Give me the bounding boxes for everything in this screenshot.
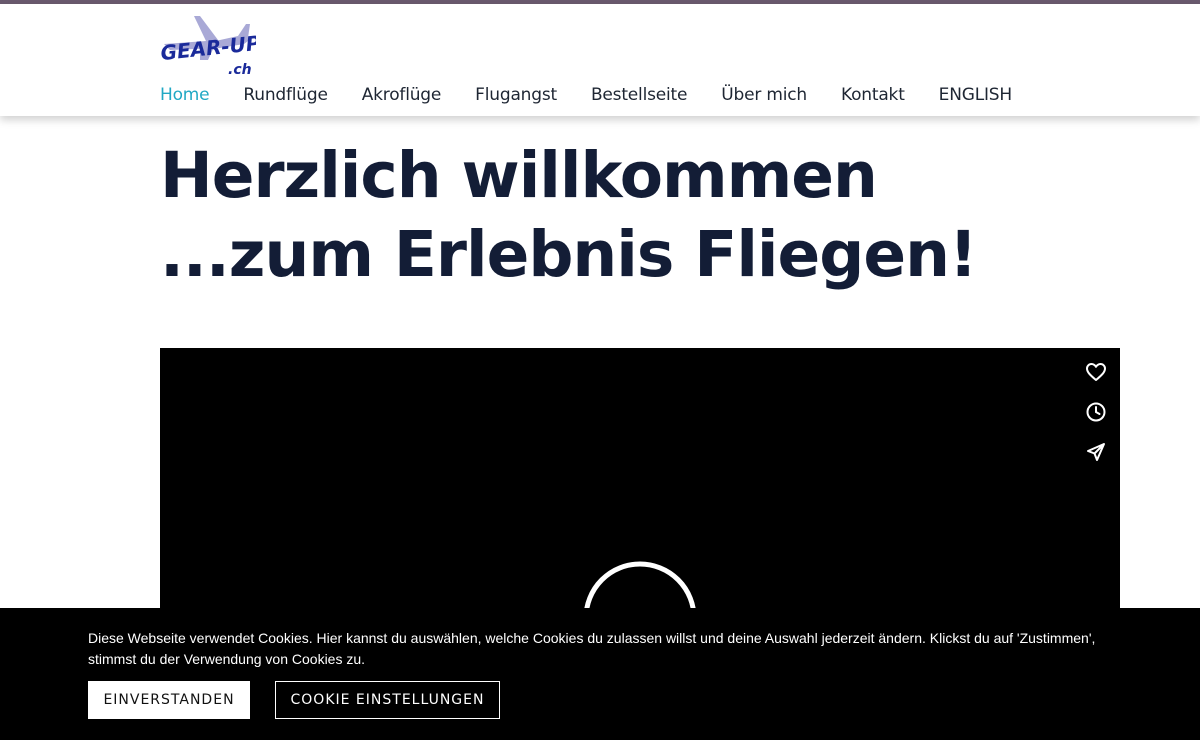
clock-icon[interactable] — [1084, 400, 1108, 424]
nav-item-bestellseite[interactable]: Bestellseite — [591, 85, 688, 105]
nav-item-flugangst[interactable]: Flugangst — [475, 85, 557, 105]
cookie-settings-button[interactable]: COOKIE EINSTELLUNGEN — [275, 681, 500, 719]
page-title-line-1: Herzlich willkommen — [160, 139, 878, 212]
nav-item-english[interactable]: ENGLISH — [939, 85, 1012, 105]
video-player[interactable] — [160, 348, 1120, 648]
main-nav: Home Rundflüge Akroflüge Flugangst Beste… — [160, 82, 1046, 108]
nav-item-ueber-mich[interactable]: Über mich — [721, 85, 807, 105]
page-title-line-2: ...zum Erlebnis Fliegen! — [160, 218, 978, 291]
nav-item-kontakt[interactable]: Kontakt — [841, 85, 905, 105]
logo-suffix: .ch — [228, 62, 252, 76]
heart-icon[interactable] — [1084, 360, 1108, 384]
send-icon[interactable] — [1084, 440, 1108, 464]
nav-item-rundfluege[interactable]: Rundflüge — [243, 85, 328, 105]
cookie-banner: Diese Webseite verwendet Cookies. Hier k… — [0, 608, 1200, 740]
airplane-logo-icon: GEAR-UP .ch — [159, 16, 262, 78]
site-header: GEAR-UP .ch Home Rundflüge Akroflüge Flu… — [0, 4, 1200, 116]
cookie-text: Diese Webseite verwendet Cookies. Hier k… — [88, 630, 1096, 667]
nav-item-akrofluege[interactable]: Akroflüge — [362, 85, 442, 105]
nav-item-home[interactable]: Home — [160, 85, 210, 105]
page-title: Herzlich willkommen ...zum Erlebnis Flie… — [160, 136, 1160, 294]
logo-text: GEAR-UP — [160, 31, 256, 65]
accept-cookies-button[interactable]: EINVERSTANDEN — [88, 681, 250, 719]
site-logo[interactable]: GEAR-UP .ch — [159, 14, 262, 78]
